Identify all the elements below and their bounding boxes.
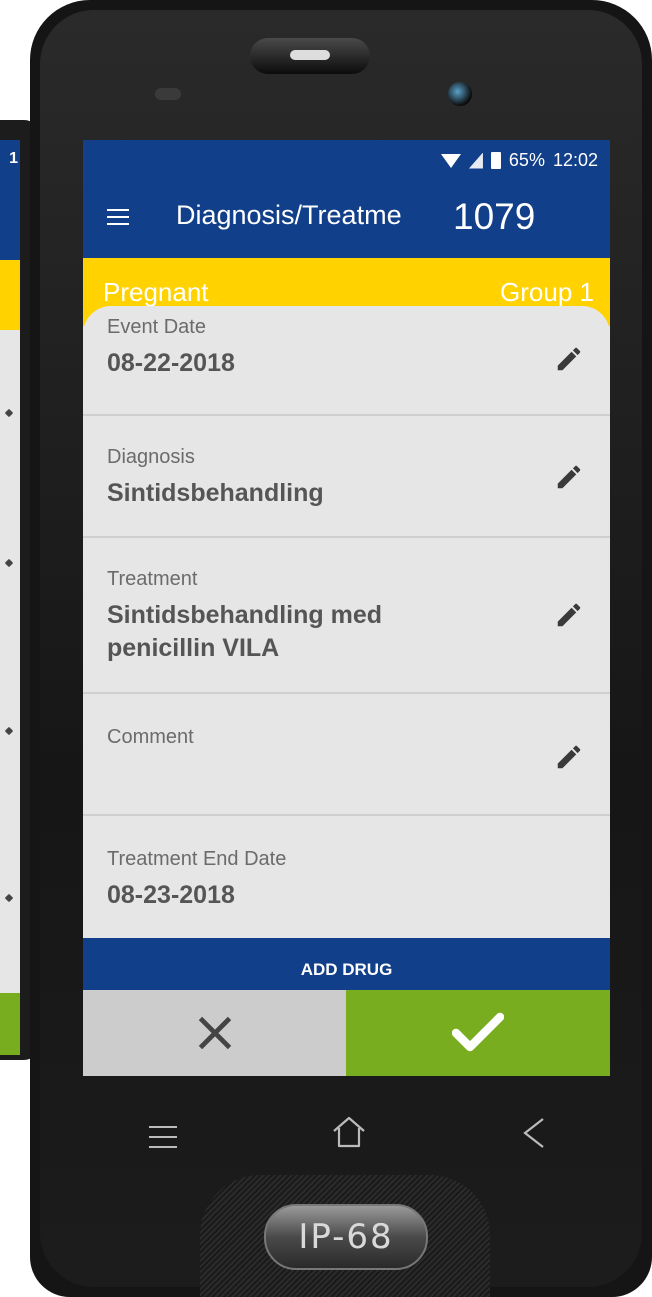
background-app-bar: 1 [0, 140, 20, 260]
nav-menu-icon[interactable] [149, 1126, 177, 1148]
cancel-button[interactable] [83, 990, 346, 1076]
battery-icon [490, 152, 501, 169]
earpiece-slot [290, 50, 330, 60]
row-comment[interactable]: Comment [83, 694, 610, 816]
treatment-end-date-value: 08-23-2018 [107, 881, 235, 909]
back-chevron-icon[interactable] [521, 1116, 547, 1150]
checkmark-icon [452, 1012, 504, 1052]
background-subheader [0, 260, 20, 330]
event-date-value: 08-22-2018 [107, 349, 235, 377]
treatment-value-line1: Sintidsbehandling med [107, 601, 383, 629]
battery-percentage: 65% [508, 150, 545, 170]
app-bar: Diagnosis/Treatme 1079 [83, 180, 610, 258]
background-pencil-icon [4, 558, 14, 568]
no-sim-icon [468, 152, 483, 169]
status-bar: 65% 12:02 [83, 140, 610, 180]
background-pencil-icon [4, 893, 14, 903]
diagnosis-value: Sintidsbehandling [107, 479, 324, 507]
background-phone-screen: 1 [0, 140, 20, 1055]
close-x-icon [198, 1016, 231, 1050]
ip68-badge-text: IP-68 [298, 1217, 394, 1257]
background-confirm-strip [0, 993, 20, 1055]
diagnosis-label: Diagnosis [107, 446, 195, 468]
background-pencil-icon [4, 408, 14, 418]
treatment-value-line2: penicillin VILA [107, 634, 280, 662]
row-treatment-end-date: Treatment End Date 08-23-2018 [83, 816, 610, 918]
proximity-sensor [155, 88, 181, 100]
wifi-icon [440, 153, 461, 168]
pencil-icon[interactable] [554, 600, 584, 630]
animal-number: 1079 [453, 196, 536, 237]
row-event-date[interactable]: Event Date 08-22-2018 [83, 306, 610, 416]
ip68-badge: IP-68 [264, 1204, 428, 1270]
row-diagnosis[interactable]: Diagnosis Sintidsbehandling [83, 416, 610, 538]
hamburger-menu-icon[interactable] [107, 209, 129, 225]
page-title: Diagnosis/Treatme [176, 200, 402, 230]
background-pencil-icon [4, 726, 14, 736]
device-mockup: 1 65% 12:02 Diagnosis/Treatme 1079 Pregn… [0, 0, 652, 1297]
action-footer [83, 990, 610, 1076]
status-time: 12:02 [552, 150, 598, 170]
treatment-label: Treatment [107, 568, 198, 590]
pencil-icon[interactable] [554, 462, 584, 492]
home-icon[interactable] [331, 1114, 367, 1150]
group-label: Group 1 [500, 277, 594, 307]
treatment-end-date-label: Treatment End Date [107, 848, 287, 870]
pregnancy-status: Pregnant [103, 277, 209, 307]
front-camera [448, 82, 472, 106]
status-indicators: 65% 12:02 [440, 150, 598, 171]
event-date-label: Event Date [107, 316, 206, 338]
row-treatment[interactable]: Treatment Sintidsbehandling med penicill… [83, 538, 610, 694]
add-drug-button[interactable]: ADD DRUG [83, 938, 610, 990]
phone-screen: 65% 12:02 Diagnosis/Treatme 1079 Pregnan… [83, 140, 610, 1076]
comment-label: Comment [107, 726, 194, 748]
hardware-nav-keys [83, 1090, 610, 1180]
detail-list: Event Date 08-22-2018 Diagnosis Sintidsb… [83, 306, 610, 918]
background-status-fragment: 1 [9, 150, 18, 167]
confirm-button[interactable] [346, 990, 610, 1076]
pencil-icon[interactable] [554, 344, 584, 374]
pencil-icon[interactable] [554, 742, 584, 772]
